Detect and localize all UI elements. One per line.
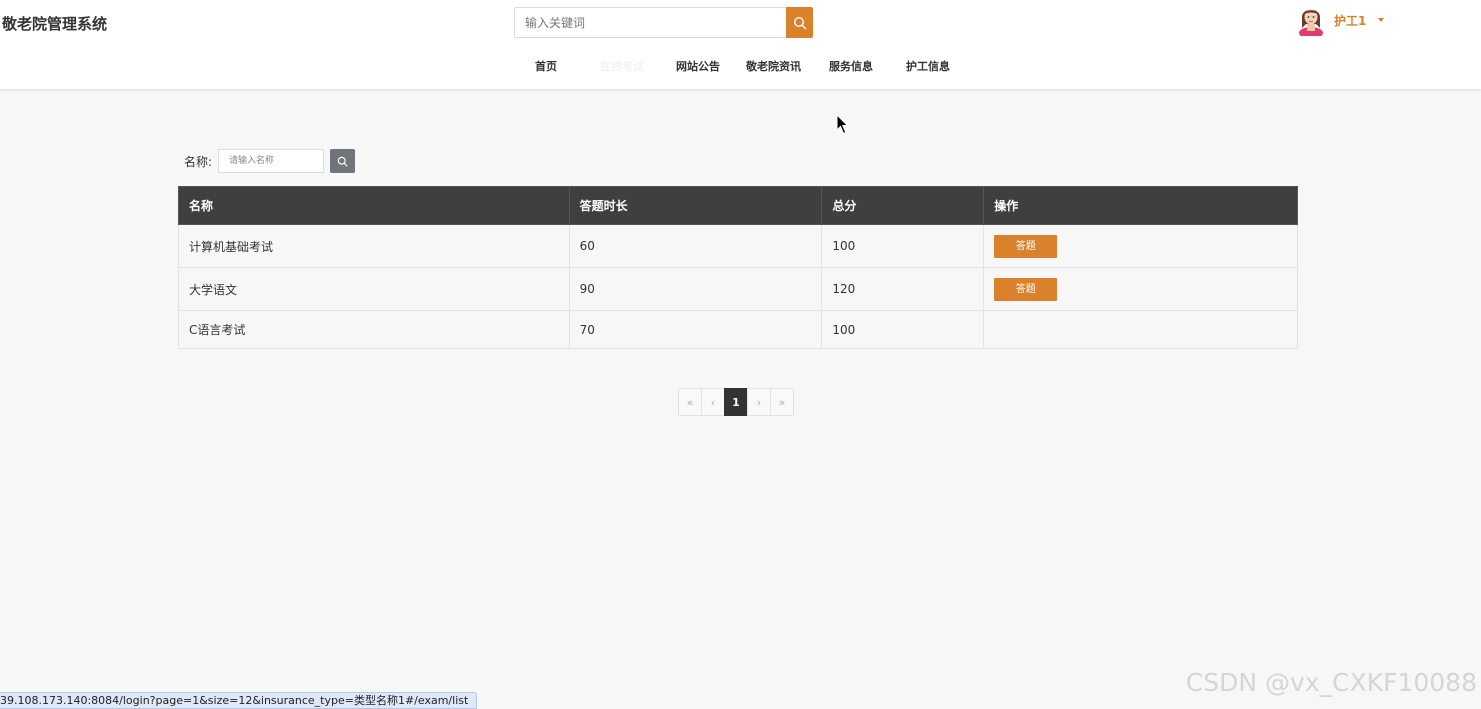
keyword-search-input[interactable] [514,7,786,38]
avatar [1299,9,1323,36]
watermark: CSDN @vx_CXKF10088 [1185,668,1477,697]
nav-caregivers[interactable]: 护工信息 [906,58,950,74]
column-header-action: 操作 [983,186,1298,225]
nav-services[interactable]: 服务信息 [829,58,873,74]
exam-duration-cell: 70 [568,310,823,349]
chevron-down-icon[interactable] [1378,18,1385,22]
main-nav: 首页 在线考试 网站公告 敬老院资讯 服务信息 护工信息 [0,58,1481,74]
answer-button[interactable]: 答题 [994,277,1058,301]
name-filter-input[interactable] [218,149,325,173]
nav-home[interactable]: 首页 [535,58,557,74]
user-menu[interactable]: 护工1 [1296,4,1385,36]
nav-online-exam[interactable]: 在线考试 [600,58,644,74]
column-header-score: 总分 [821,186,985,225]
table-header-row: 名称 答题时长 总分 操作 [178,186,1298,225]
header-search-button[interactable] [786,7,813,38]
column-header-duration: 答题时长 [568,186,823,225]
exam-name-cell: 大学语文 [178,267,570,311]
exam-score-cell: 100 [821,310,985,349]
exam-name-cell: 计算机基础考试 [178,224,570,268]
next-page-button[interactable]: › [747,388,771,416]
search-icon [793,16,806,29]
header-search [514,7,813,38]
exam-action-cell: 答题 [983,267,1298,311]
table-row: 大学语文 90 120 答题 [178,267,1298,311]
current-page-button[interactable]: 1 [724,388,748,416]
answer-button[interactable]: 答题 [994,234,1058,258]
filter-bar: 名称: [184,149,356,173]
browser-status-url: 39.108.173.140:8084/login?page=1&size=12… [0,692,478,709]
exam-duration-cell: 90 [568,267,823,311]
exam-duration-cell: 60 [568,224,823,268]
exam-score-cell: 100 [821,224,985,268]
nav-announcements[interactable]: 网站公告 [676,58,720,74]
exam-action-cell: 答题 [983,224,1298,268]
table-row: C语言考试 70 100 [178,310,1298,349]
exam-score-cell: 120 [821,267,985,311]
filter-search-button[interactable] [330,149,356,173]
top-header: 敬老院管理系统 护工1 首页 在线考试 网站公告 敬老院资讯 服务信息 [0,0,1481,89]
last-page-button[interactable]: » [770,388,794,416]
column-header-name: 名称 [178,186,570,225]
table-row: 计算机基础考试 60 100 答题 [178,224,1298,268]
site-logo[interactable]: 敬老院管理系统 [2,13,107,34]
exam-table: 名称 答题时长 总分 操作 计算机基础考试 60 100 答题 大学语文 90 … [178,186,1298,349]
filter-name-label: 名称: [184,154,213,169]
exam-name-cell: C语言考试 [178,310,570,349]
search-icon [337,156,348,166]
nav-news[interactable]: 敬老院资讯 [746,58,801,74]
user-name[interactable]: 护工1 [1334,12,1366,29]
first-page-button[interactable]: « [678,388,702,416]
pagination: « ‹ 1 › » [678,388,794,416]
mouse-pointer-icon [836,114,849,135]
exam-action-cell [983,310,1298,349]
prev-page-button[interactable]: ‹ [701,388,725,416]
